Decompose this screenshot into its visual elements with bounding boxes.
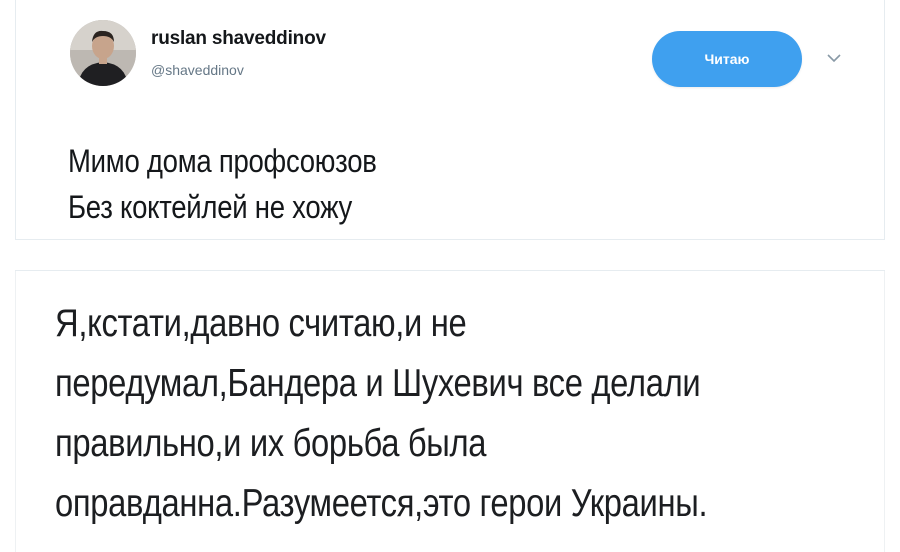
chevron-down-icon[interactable] xyxy=(826,52,842,64)
following-button[interactable]: Читаю xyxy=(652,31,802,87)
tweet-text-line-1: Мимо дома профсоюзов xyxy=(68,143,377,179)
comment-line-3: правильно,и их борьба была xyxy=(55,422,487,465)
tweet-text: Мимо дома профсоюзов Без коктейлей не хо… xyxy=(68,138,377,230)
comment-card: Я,кстати,давно считаю,и не передумал,Бан… xyxy=(15,271,885,552)
avatar-photo xyxy=(70,20,136,86)
comment-line-1: Я,кстати,давно считаю,и не xyxy=(55,302,467,345)
comment-line-2: передумал,Бандера и Шухевич все делали xyxy=(55,362,701,405)
user-handle[interactable]: @shaveddinov xyxy=(151,62,244,78)
display-name[interactable]: ruslan shaveddinov xyxy=(151,28,326,50)
comment-line-4: оправданна.Разумеется,это герои Украины. xyxy=(55,482,708,525)
comment-text: Я,кстати,давно считаю,и не передумал,Бан… xyxy=(55,294,845,534)
avatar[interactable] xyxy=(70,20,136,86)
tweet-text-line-2: Без коктейлей не хожу xyxy=(68,189,353,225)
tweet-card: ruslan shaveddinov @shaveddinov Читаю Ми… xyxy=(15,0,885,240)
